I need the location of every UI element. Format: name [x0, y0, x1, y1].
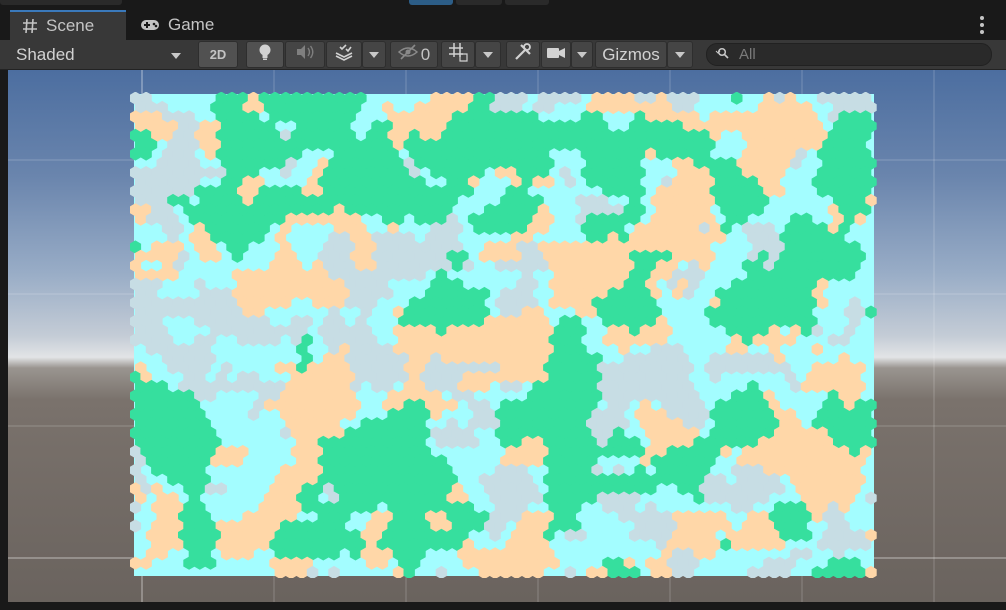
- effects-dropdown-button[interactable]: [362, 41, 386, 68]
- chevron-down-icon: [171, 53, 181, 59]
- more-options-icon[interactable]: [980, 16, 984, 37]
- tools-button[interactable]: [506, 41, 540, 68]
- top-tab-segment: [0, 0, 122, 5]
- speaker-icon: [295, 44, 315, 65]
- gamepad-icon: [140, 18, 160, 32]
- scene-viewport[interactable]: [8, 70, 1006, 602]
- tools-icon: [513, 42, 533, 67]
- scene-visibility-button[interactable]: 0: [390, 41, 438, 68]
- top-tab-segment: [456, 0, 502, 5]
- chevron-down-icon: [577, 51, 587, 58]
- grid-toggle-button[interactable]: [441, 41, 475, 68]
- camera-dropdown-button[interactable]: [571, 41, 593, 68]
- top-tab-segment-active: [409, 0, 453, 5]
- hidden-object-count: 0: [420, 44, 431, 64]
- hierarchy-search: [706, 43, 992, 66]
- grid-snap-icon: [448, 42, 468, 67]
- grid-dropdown-button[interactable]: [475, 41, 501, 68]
- tab-game[interactable]: Game: [136, 10, 240, 40]
- window-top-strip: [0, 0, 1006, 8]
- audio-toggle-button[interactable]: [285, 41, 325, 68]
- tab-scene[interactable]: Scene: [10, 10, 126, 40]
- gizmos-label: Gizmos: [602, 44, 660, 64]
- chevron-down-icon: [675, 51, 685, 58]
- gizmos-button[interactable]: Gizmos: [595, 41, 667, 68]
- draw-mode-label: Shaded: [16, 44, 75, 64]
- search-icon: [715, 46, 731, 64]
- top-tab-segment: [505, 0, 549, 5]
- tab-bar: Scene Game: [0, 8, 1006, 40]
- layers-effects-icon: [334, 43, 354, 66]
- hex-tilemap[interactable]: [130, 92, 878, 578]
- toggle-2d-button[interactable]: 2D: [198, 41, 238, 68]
- window-bottom-strip: [0, 602, 1006, 610]
- chevron-down-icon: [369, 51, 379, 58]
- scene-toolbar: Shaded 2D 0 Gizmos All: [0, 40, 1006, 70]
- gizmos-dropdown-button[interactable]: [667, 41, 693, 68]
- lighting-toggle-button[interactable]: [246, 41, 284, 68]
- search-input[interactable]: [737, 45, 981, 64]
- toggle-2d-label: 2D: [209, 47, 227, 62]
- lightbulb-icon: [257, 43, 273, 66]
- tab-scene-label: Scene: [46, 16, 95, 35]
- draw-mode-dropdown[interactable]: Shaded: [10, 41, 190, 68]
- camera-button[interactable]: [541, 41, 571, 68]
- effects-toggle-button[interactable]: [326, 41, 362, 68]
- eye-slash-icon: [397, 44, 418, 65]
- hash-icon: [22, 18, 38, 34]
- camera-icon: [546, 45, 566, 65]
- chevron-down-icon: [483, 51, 493, 58]
- tab-game-label: Game: [168, 15, 215, 34]
